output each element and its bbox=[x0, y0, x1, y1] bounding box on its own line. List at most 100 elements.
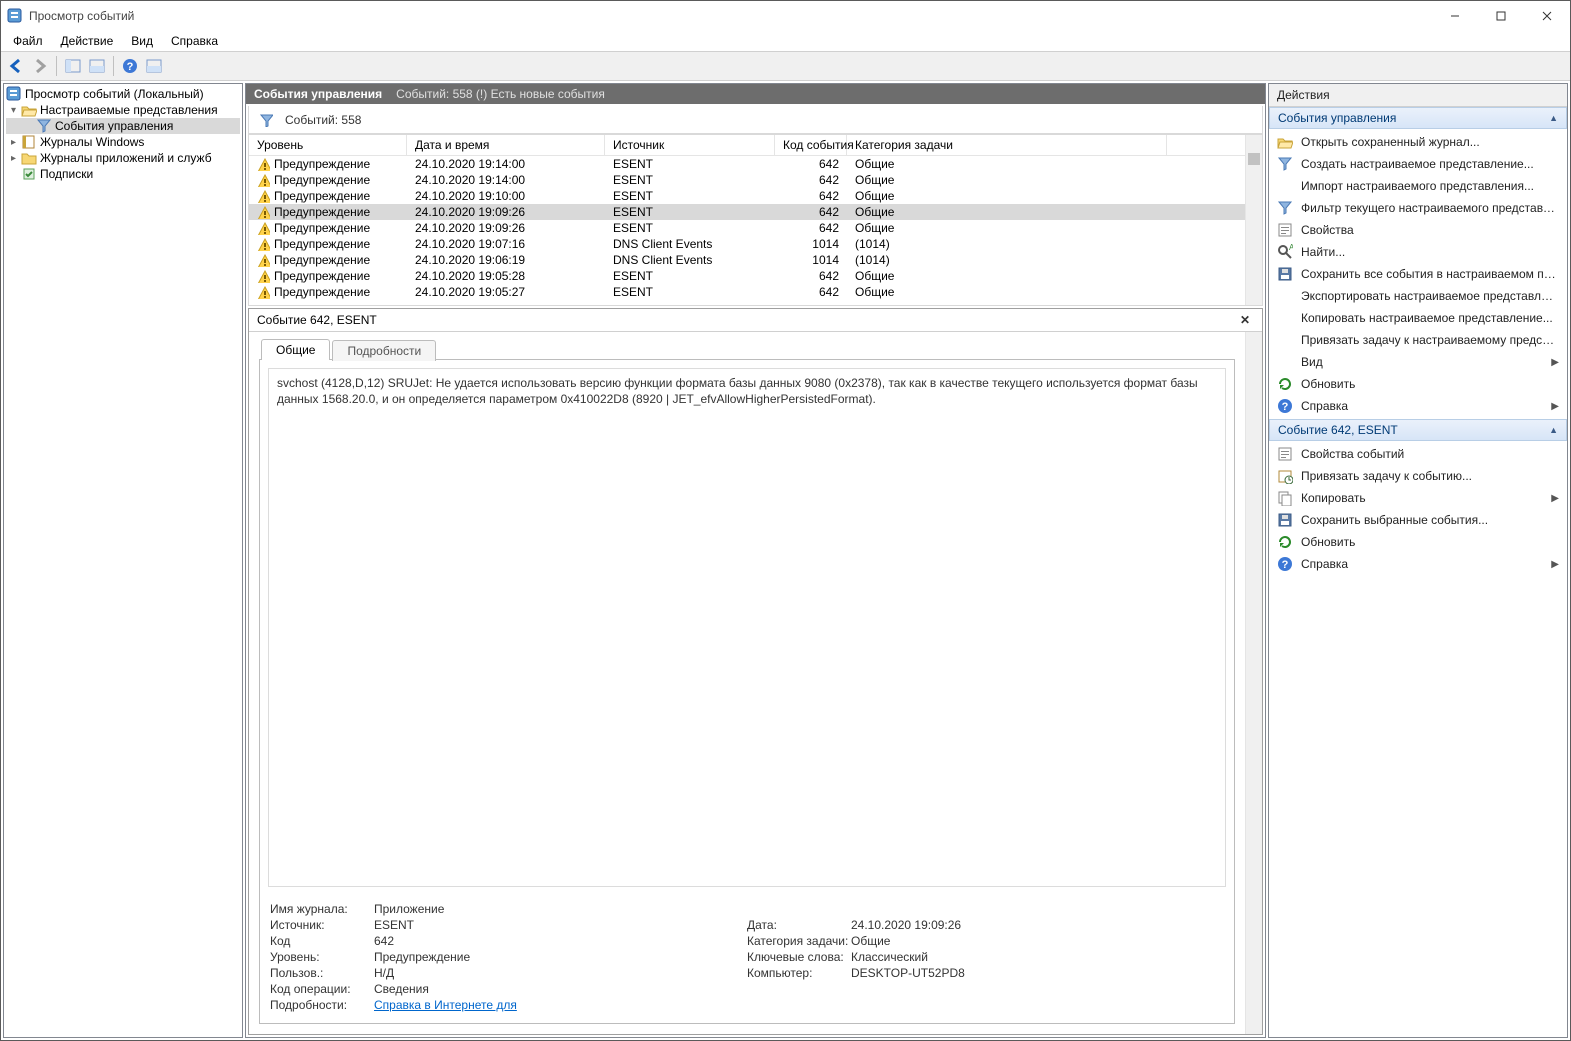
cell-datetime: 24.10.2020 19:14:00 bbox=[407, 157, 605, 171]
table-row[interactable]: Предупреждение24.10.2020 19:09:26ESENT64… bbox=[249, 204, 1245, 220]
action-item[interactable]: Сохранить выбранные события... bbox=[1269, 509, 1567, 531]
refresh-icon bbox=[1277, 534, 1293, 550]
eventvwr-icon bbox=[6, 86, 22, 102]
action-item[interactable]: Импорт настраиваемого представления... bbox=[1269, 175, 1567, 197]
expand-icon[interactable]: ▸ bbox=[6, 153, 21, 164]
action-item[interactable]: Свойства событий bbox=[1269, 443, 1567, 465]
cell-code: 642 bbox=[775, 189, 847, 203]
tree-admin-events-label: События управления bbox=[55, 119, 173, 133]
cell-datetime: 24.10.2020 19:06:19 bbox=[407, 253, 605, 267]
tree-subs[interactable]: Подписки bbox=[6, 166, 240, 182]
action-item[interactable]: Обновить bbox=[1269, 531, 1567, 553]
props-icon bbox=[1277, 222, 1293, 238]
warning-icon bbox=[257, 222, 270, 235]
action-item[interactable]: Копировать настраиваемое представление..… bbox=[1269, 307, 1567, 329]
tree-admin-events[interactable]: События управления bbox=[6, 118, 240, 134]
tree-windows-logs[interactable]: ▸ Журналы Windows bbox=[6, 134, 240, 150]
action-label: Создать настраиваемое представление... bbox=[1301, 157, 1559, 171]
cell-task: Общие bbox=[847, 221, 1167, 235]
save-icon bbox=[1277, 512, 1293, 528]
action-item[interactable]: Привязать задачу к событию... bbox=[1269, 465, 1567, 487]
meta-user-label: Пользов.: bbox=[270, 966, 374, 980]
help-icon bbox=[1277, 556, 1293, 572]
blank-icon bbox=[1277, 288, 1293, 304]
table-row[interactable]: Предупреждение24.10.2020 19:10:00ESENT64… bbox=[249, 188, 1245, 204]
col-task[interactable]: Категория задачи bbox=[847, 135, 1167, 155]
cell-level: Предупреждение bbox=[274, 285, 370, 299]
action-label: Вид bbox=[1301, 355, 1543, 369]
table-row[interactable]: Предупреждение24.10.2020 19:05:28ESENT64… bbox=[249, 268, 1245, 284]
table-row[interactable]: Предупреждение24.10.2020 19:06:19DNS Cli… bbox=[249, 252, 1245, 268]
expand-icon[interactable]: ▸ bbox=[6, 137, 21, 148]
meta-opcode-label: Код операции: bbox=[270, 982, 374, 996]
tree-root[interactable]: Просмотр событий (Локальный) bbox=[6, 86, 240, 102]
collapse-icon[interactable]: ▾ bbox=[6, 105, 21, 116]
toolbar-panes-1-button[interactable] bbox=[62, 55, 84, 77]
action-item[interactable]: Создать настраиваемое представление... bbox=[1269, 153, 1567, 175]
table-row[interactable]: Предупреждение24.10.2020 19:09:26ESENT64… bbox=[249, 220, 1245, 236]
action-item[interactable]: Найти... bbox=[1269, 241, 1567, 263]
tab-general[interactable]: Общие bbox=[261, 339, 330, 360]
actions-pane: Действия События управления▲ Открыть сох… bbox=[1268, 83, 1568, 1038]
funnel-icon bbox=[1277, 200, 1293, 216]
actions-group-1-header[interactable]: События управления▲ bbox=[1269, 107, 1567, 129]
minimize-button[interactable] bbox=[1432, 1, 1478, 31]
menu-help[interactable]: Справка bbox=[163, 32, 226, 50]
blank-icon bbox=[1277, 332, 1293, 348]
action-item[interactable]: Справка▶ bbox=[1269, 395, 1567, 417]
action-item[interactable]: Фильтр текущего настраиваемого представл… bbox=[1269, 197, 1567, 219]
actions-group-2-title: Событие 642, ESENT bbox=[1278, 423, 1398, 437]
window-title: Просмотр событий bbox=[29, 9, 1432, 23]
cell-level: Предупреждение bbox=[274, 173, 370, 187]
col-datetime[interactable]: Дата и время bbox=[407, 135, 605, 155]
menu-file[interactable]: Файл bbox=[5, 32, 51, 50]
action-item[interactable]: Вид▶ bbox=[1269, 351, 1567, 373]
col-code[interactable]: Код события bbox=[775, 135, 847, 155]
table-row[interactable]: Предупреждение24.10.2020 19:05:27ESENT64… bbox=[249, 284, 1245, 300]
tree-app-logs[interactable]: ▸ Журналы приложений и служб bbox=[6, 150, 240, 166]
meta-details-link[interactable]: Справка в Интернете для bbox=[374, 998, 517, 1012]
actions-group-2-header[interactable]: Событие 642, ESENT▲ bbox=[1269, 419, 1567, 441]
action-item[interactable]: Сохранить все события в настраиваемом пр… bbox=[1269, 263, 1567, 285]
toolbar-panes-2-button[interactable] bbox=[86, 55, 108, 77]
titlebar: Просмотр событий bbox=[1, 1, 1570, 31]
toolbar-back-button[interactable] bbox=[5, 55, 27, 77]
blank-icon bbox=[1277, 310, 1293, 326]
action-label: Привязать задачу к событию... bbox=[1301, 469, 1559, 483]
action-item[interactable]: Обновить bbox=[1269, 373, 1567, 395]
tree-custom-views[interactable]: ▾ Настраиваемые представления bbox=[6, 102, 240, 118]
action-item[interactable]: Свойства bbox=[1269, 219, 1567, 241]
props-icon bbox=[1277, 446, 1293, 462]
toolbar-forward-button[interactable] bbox=[29, 55, 51, 77]
meta-keywords-value: Классический bbox=[851, 950, 928, 964]
action-item[interactable]: Открыть сохраненный журнал... bbox=[1269, 131, 1567, 153]
action-item[interactable]: Копировать▶ bbox=[1269, 487, 1567, 509]
maximize-button[interactable] bbox=[1478, 1, 1524, 31]
tree-windows-logs-label: Журналы Windows bbox=[40, 135, 144, 149]
cell-source: ESENT bbox=[605, 269, 775, 283]
cell-level: Предупреждение bbox=[274, 189, 370, 203]
preview-close-button[interactable]: ✕ bbox=[1236, 313, 1254, 327]
table-row[interactable]: Предупреждение24.10.2020 19:07:16DNS Cli… bbox=[249, 236, 1245, 252]
cell-source: ESENT bbox=[605, 189, 775, 203]
menu-view[interactable]: Вид bbox=[123, 32, 161, 50]
action-item[interactable]: Привязать задачу к настраиваемому предст… bbox=[1269, 329, 1567, 351]
preview-scrollbar[interactable] bbox=[1245, 332, 1262, 1034]
event-message: svchost (4128,D,12) SRUJet: Не удается и… bbox=[268, 368, 1226, 887]
table-row[interactable]: Предупреждение24.10.2020 19:14:00ESENT64… bbox=[249, 156, 1245, 172]
grid-scrollbar[interactable] bbox=[1245, 135, 1262, 305]
close-button[interactable] bbox=[1524, 1, 1570, 31]
save-icon bbox=[1277, 266, 1293, 282]
table-row[interactable]: Предупреждение24.10.2020 19:14:00ESENT64… bbox=[249, 172, 1245, 188]
meta-task-value: Общие bbox=[851, 934, 890, 948]
preview-tabs: Общие Подробности bbox=[249, 332, 1245, 359]
action-item[interactable]: Справка▶ bbox=[1269, 553, 1567, 575]
col-level[interactable]: Уровень bbox=[249, 135, 407, 155]
col-source[interactable]: Источник bbox=[605, 135, 775, 155]
menu-action[interactable]: Действие bbox=[53, 32, 122, 50]
toolbar-panes-3-button[interactable] bbox=[143, 55, 165, 77]
action-item[interactable]: Экспортировать настраиваемое представлен… bbox=[1269, 285, 1567, 307]
action-label: Импорт настраиваемого представления... bbox=[1301, 179, 1559, 193]
toolbar-help-button[interactable] bbox=[119, 55, 141, 77]
tab-details[interactable]: Подробности bbox=[332, 340, 436, 361]
